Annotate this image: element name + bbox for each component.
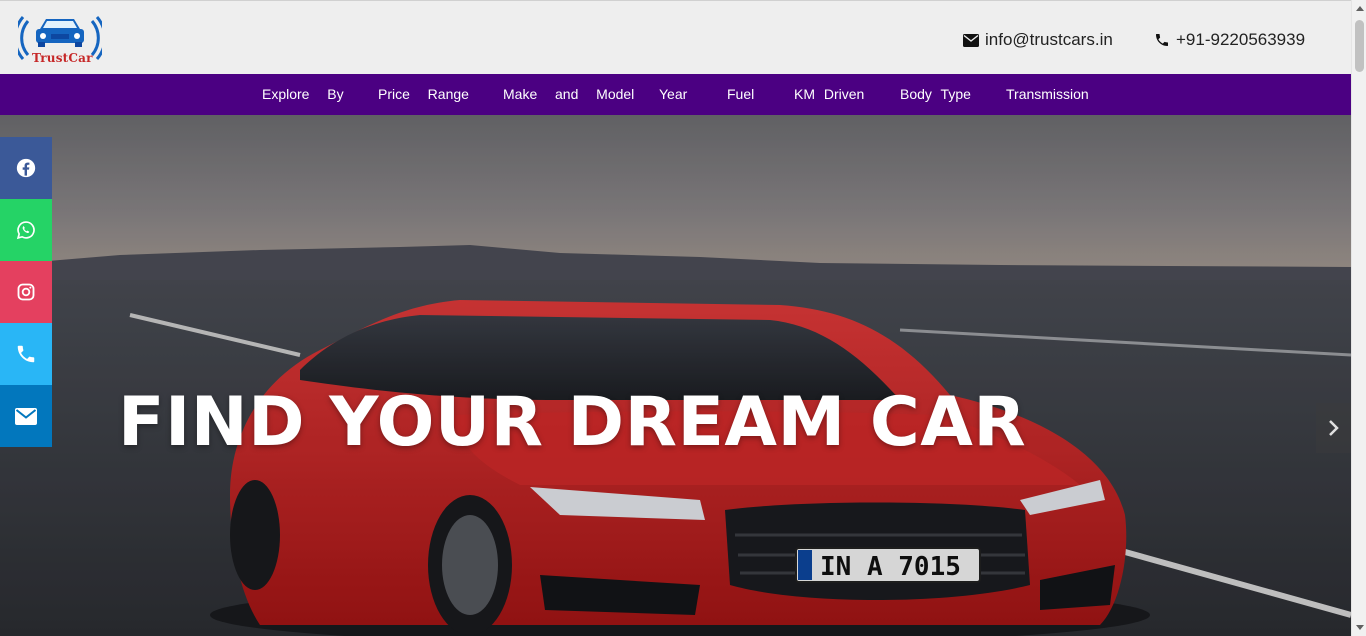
header-phone-text: +91-9220563939 (1176, 30, 1306, 49)
nav-item-make-and-model[interactable]: Make and Model (503, 86, 634, 103)
logo-text: TrustCar (32, 51, 93, 65)
page: TrustCar info@trustcars.in +91-922056393… (0, 0, 1366, 636)
social-phone-button[interactable] (0, 323, 52, 385)
page-scrollbar[interactable] (1351, 0, 1366, 636)
envelope-icon (963, 33, 979, 47)
social-whatsapp-button[interactable] (0, 199, 52, 261)
scrollbar-thumb[interactable] (1355, 20, 1364, 72)
facebook-icon (16, 158, 36, 178)
whatsapp-icon (16, 221, 35, 240)
scroll-down-arrow-icon[interactable] (1352, 619, 1366, 636)
nav-item-explore-by[interactable]: Explore By (262, 86, 344, 103)
hero-slider: IN A 7015 FIND YOUR DREAM CAR (0, 115, 1351, 636)
nav-item-year[interactable]: Year (659, 86, 687, 103)
main-nav: Explore By Price Range Make and Model Ye… (0, 74, 1351, 115)
chevron-right-icon (1328, 420, 1339, 436)
nav-item-price-range[interactable]: Price Range (378, 86, 469, 103)
instagram-icon (17, 283, 35, 301)
header: TrustCar info@trustcars.in +91-922056393… (0, 0, 1351, 74)
nav-item-fuel[interactable]: Fuel (727, 86, 754, 103)
hero-title: FIND YOUR DREAM CAR (118, 383, 1027, 462)
hero-car-image: IN A 7015 (0, 115, 1351, 636)
social-email-button[interactable] (0, 385, 52, 447)
envelope-icon (15, 407, 37, 425)
nav-item-body-type[interactable]: Body Type (900, 86, 971, 103)
nav-item-km-driven[interactable]: KM Driven (794, 86, 864, 103)
logo[interactable]: TrustCar (13, 11, 107, 67)
phone-icon (1156, 34, 1168, 46)
social-facebook-button[interactable] (0, 137, 52, 199)
header-phone[interactable]: +91-9220563939 (1154, 30, 1305, 50)
header-email[interactable]: info@trustcars.in (963, 30, 1113, 50)
phone-icon (17, 345, 35, 363)
social-instagram-button[interactable] (0, 261, 52, 323)
slider-next-button[interactable] (1316, 403, 1351, 453)
header-email-text: info@trustcars.in (985, 30, 1113, 49)
scroll-up-arrow-icon[interactable] (1352, 0, 1366, 17)
nav-item-transmission[interactable]: Transmission (1006, 86, 1089, 103)
